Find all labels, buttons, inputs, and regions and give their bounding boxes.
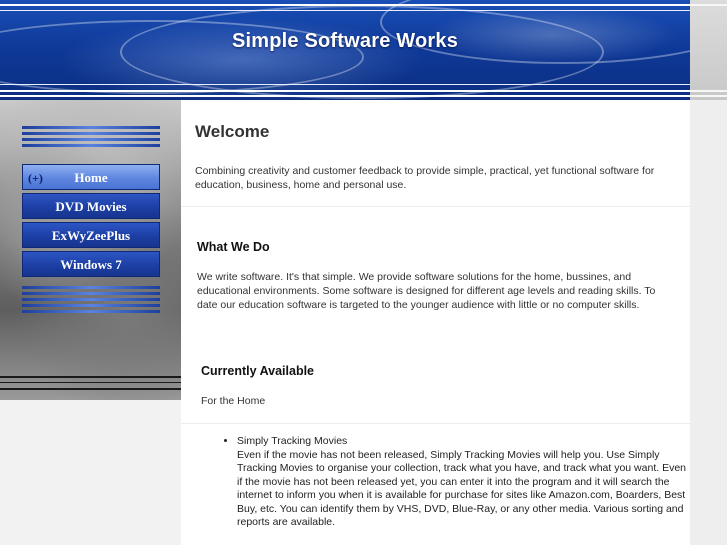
page-title: Welcome [195,122,270,141]
header-stripe [0,4,690,6]
for-the-home-label: For the Home [201,395,266,407]
header-stripe [690,4,727,6]
section-divider [181,206,690,207]
list-item: Simply Tracking Movies Even if the movie… [237,435,687,530]
nav-item-label: ExWyZeePlus [51,228,131,243]
product-description: Even if the movie has not been released,… [237,448,686,529]
sidebar-decoration-bottom [22,286,160,316]
nav-item-exwyzeeplus[interactable]: ExWyZeePlus [22,222,160,248]
main-content: Welcome Combining creativity and custome… [181,100,690,545]
header-right-strip [690,0,727,100]
intro-text: Combining creativity and customer feedba… [195,165,655,191]
sidebar: (+) Home DVD Movies ExWyZeePlus Windows … [0,100,181,400]
site-title: Simple Software Works [231,30,459,52]
sidebar-divider [0,388,181,390]
section-divider [181,423,690,424]
nav-item-label: Home [74,170,108,185]
nav-item-home[interactable]: (+) Home [22,164,160,190]
header-banner: Simple Software Works [0,0,690,100]
sidebar-divider [0,376,181,378]
right-strip [690,100,727,545]
header-stripe [0,95,690,97]
header-stripe [0,84,690,85]
what-we-do-text: We write software. It's that simple. We … [197,271,656,311]
sidebar-decoration-top [22,126,160,150]
nav-item-label: DVD Movies [55,199,127,214]
header-stripe [690,90,727,92]
nav-item-windows-7[interactable]: Windows 7 [22,251,160,277]
header-stripe [0,10,690,11]
product-list: Simply Tracking Movies Even if the movie… [225,435,687,530]
what-we-do-heading: What We Do [197,240,270,254]
header-stripe [690,95,727,97]
product-name: Simply Tracking Movies [237,435,348,447]
expand-icon: (+) [28,171,43,185]
nav-item-label: Windows 7 [60,257,122,272]
nav-item-dvd-movies[interactable]: DVD Movies [22,193,160,219]
currently-available-heading: Currently Available [201,364,315,378]
sidebar-divider [0,382,181,383]
header-stripe [0,90,690,92]
